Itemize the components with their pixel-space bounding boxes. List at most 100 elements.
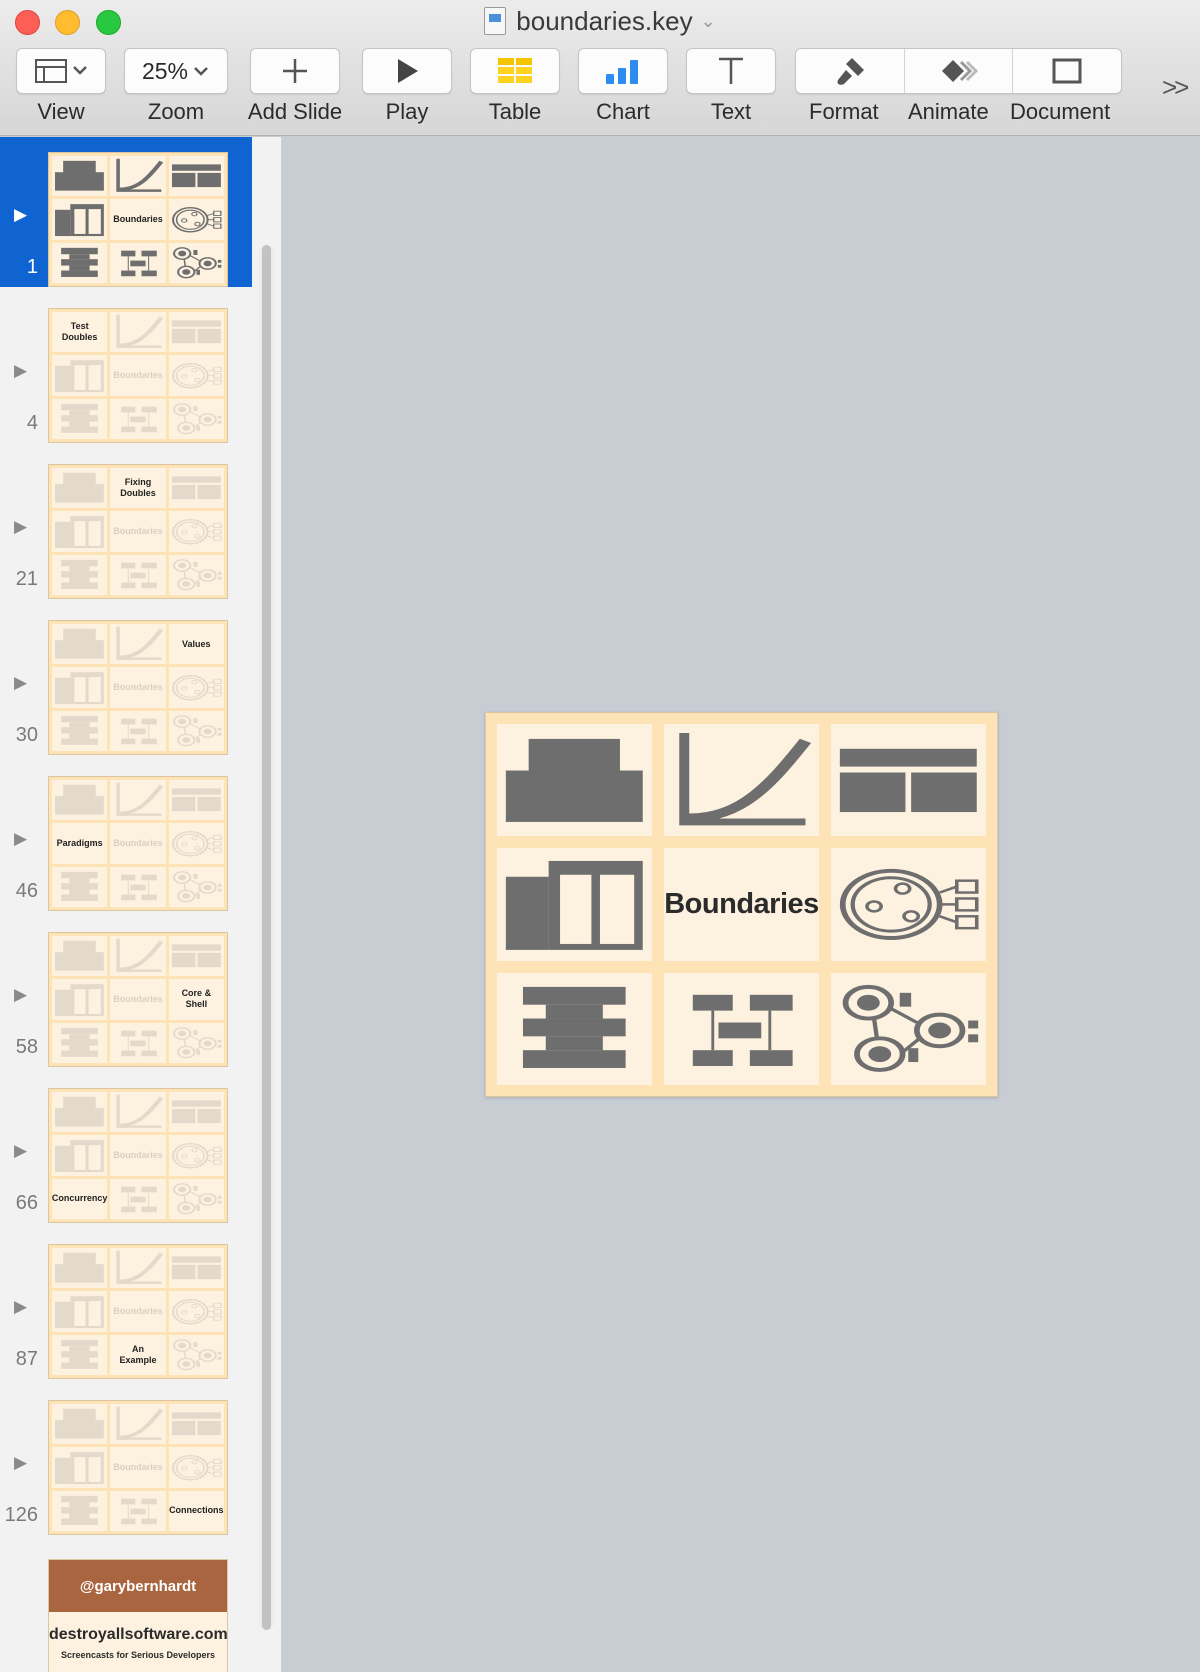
slide-row-58[interactable]: ▶ 58 Boundaries Core & Shell — [0, 917, 252, 1067]
text-button[interactable] — [686, 48, 776, 94]
toolbar-table[interactable]: Table — [470, 48, 560, 125]
disclosure-triangle-icon[interactable]: ▶ — [14, 1297, 27, 1317]
flow-diagram-icon — [120, 562, 157, 589]
slide-number: 21 — [15, 568, 38, 590]
thumb-cell — [168, 468, 224, 509]
disclosure-triangle-icon[interactable]: ▶ — [14, 205, 27, 225]
toolbar-add-slide[interactable]: Add Slide — [248, 48, 342, 125]
toolbar-zoom[interactable]: 25% Zoom — [124, 48, 228, 125]
slide-row-126[interactable]: ▶ 126 Boundaries Connections — [0, 1385, 252, 1535]
thumb-cell — [52, 936, 108, 977]
slide-row-4[interactable]: ▶ 4 Test Doubles Boundaries — [0, 293, 252, 443]
curve-chart-icon — [113, 938, 164, 973]
disclosure-triangle-icon[interactable]: ▶ — [14, 985, 27, 1005]
table-button[interactable] — [470, 48, 560, 94]
thumb-cell — [52, 710, 108, 751]
slide-thumbnail-promo[interactable]: @garybernhardt destroyallsoftware.com Sc… — [48, 1559, 228, 1672]
thumb-cell — [168, 936, 224, 977]
circle-node-icon — [171, 206, 222, 233]
window-titlebar: boundaries.key ⌄ View 25% Zoom Add Slide — [0, 0, 1200, 136]
table-grid-icon — [171, 1256, 221, 1280]
slide-row-21[interactable]: ▶ 21 Fixing Doubles Boundaries — [0, 449, 252, 599]
disclosure-triangle-icon[interactable]: ▶ — [14, 673, 27, 693]
zoom-select[interactable]: 25% — [124, 48, 228, 94]
thumb-cell — [52, 624, 108, 665]
zoom-value: 25% — [141, 57, 189, 84]
thumb-label-text: Boundaries — [113, 1149, 163, 1160]
thumb-cell — [52, 156, 108, 197]
slide-thumbnail[interactable]: Test Doubles Boundaries — [48, 308, 228, 443]
thumb-cell — [52, 1291, 108, 1332]
slide-row-87[interactable]: ▶ 87 Boundaries An Example — [0, 1229, 252, 1379]
slide-thumbnail[interactable]: Boundaries Connections — [48, 1400, 228, 1535]
curve-chart-icon — [670, 731, 813, 830]
thumb-label-text: Boundaries — [113, 1461, 163, 1472]
view-button[interactable] — [16, 48, 106, 94]
slide-row-66[interactable]: ▶ 66 Boundaries Concurrency — [0, 1073, 252, 1223]
navigator-scrollbar[interactable] — [259, 245, 274, 1630]
document-label: Document — [1010, 99, 1111, 124]
thumb-cell — [168, 312, 224, 353]
thumb-cell-label: Paradigms — [52, 823, 108, 864]
toolbar-play[interactable]: Play — [362, 48, 452, 125]
format-button[interactable] — [796, 49, 905, 93]
current-slide[interactable]: Boundaries — [485, 712, 998, 1097]
thumb-cell — [52, 1490, 108, 1531]
slide-number: 1 — [26, 256, 38, 278]
disclosure-triangle-icon[interactable]: ▶ — [14, 1453, 27, 1473]
slide-row-30[interactable]: ▶ 30 Values Boundaries — [0, 605, 252, 755]
pyramid-icon — [506, 738, 643, 822]
slide-row-46[interactable]: ▶ 46 Paradigms Boundaries — [0, 761, 252, 911]
circle-node-icon — [171, 1142, 222, 1169]
view-label: View — [37, 99, 85, 124]
toolbar-chart[interactable]: Chart — [578, 48, 668, 125]
table-icon — [498, 58, 532, 83]
slide-thumbnail[interactable]: Boundaries An Example — [48, 1244, 228, 1379]
thumb-label-text: Values — [182, 638, 211, 649]
network-nodes-icon — [172, 870, 222, 903]
slide-thumbnail[interactable]: Fixing Doubles Boundaries — [48, 464, 228, 599]
slide-canvas[interactable]: Boundaries — [283, 137, 1200, 1672]
animate-label: Animate — [908, 99, 989, 124]
columns-icon — [55, 1451, 105, 1484]
ibeam-layers-icon — [61, 1027, 98, 1058]
thumb-cell — [52, 1334, 108, 1375]
disclosure-triangle-icon[interactable]: ▶ — [14, 517, 27, 537]
chart-button[interactable] — [578, 48, 668, 94]
add-slide-button[interactable] — [250, 48, 340, 94]
slide-row-1[interactable]: ▶ 1 Boundaries — [0, 137, 252, 287]
thumb-label-text: Boundaries — [113, 213, 163, 224]
thumb-cell-label: Boundaries — [110, 979, 166, 1020]
columns-icon — [55, 671, 105, 704]
slide-thumbnail[interactable]: Values Boundaries — [48, 620, 228, 755]
thumb-cell — [110, 1490, 166, 1531]
slide-thumbnail[interactable]: Paradigms Boundaries — [48, 776, 228, 911]
chevron-down-icon: ⌄ — [700, 11, 716, 31]
thumb-label-text: Boundaries — [113, 1305, 163, 1316]
slide-thumbnail[interactable]: Boundaries Core & Shell — [48, 932, 228, 1067]
toolbar-overflow-chevron-icon[interactable]: >> — [1162, 72, 1189, 103]
thumb-cell — [168, 554, 224, 595]
disclosure-triangle-icon[interactable]: ▶ — [14, 829, 27, 849]
navigator-scrollbar-thumb[interactable] — [262, 245, 271, 1630]
disclosure-triangle-icon[interactable]: ▶ — [14, 1141, 27, 1161]
disclosure-triangle-icon[interactable]: ▶ — [14, 361, 27, 381]
thumb-label-text: Fixing Doubles — [120, 477, 156, 499]
document-button[interactable] — [1013, 49, 1121, 93]
play-button[interactable] — [362, 48, 452, 94]
thumb-label-text: Boundaries — [113, 681, 163, 692]
thumb-cell-label: Boundaries — [110, 355, 166, 396]
animate-button[interactable] — [905, 49, 1014, 93]
document-title[interactable]: boundaries.key ⌄ — [0, 6, 1200, 37]
pyramid-icon — [55, 161, 105, 192]
thumb-cell — [110, 554, 166, 595]
toolbar-text[interactable]: Text — [686, 48, 776, 125]
ibeam-layers-icon — [61, 715, 98, 746]
slide-thumbnail[interactable]: Boundaries Concurrency — [48, 1088, 228, 1223]
slide-thumbnail[interactable]: Boundaries — [48, 152, 228, 287]
table-grid-icon — [171, 164, 221, 188]
table-grid-icon — [840, 748, 977, 812]
thumb-cell-label: Values — [168, 624, 224, 665]
toolbar-view[interactable]: View — [16, 48, 106, 125]
thumb-cell-label: Boundaries — [110, 667, 166, 708]
